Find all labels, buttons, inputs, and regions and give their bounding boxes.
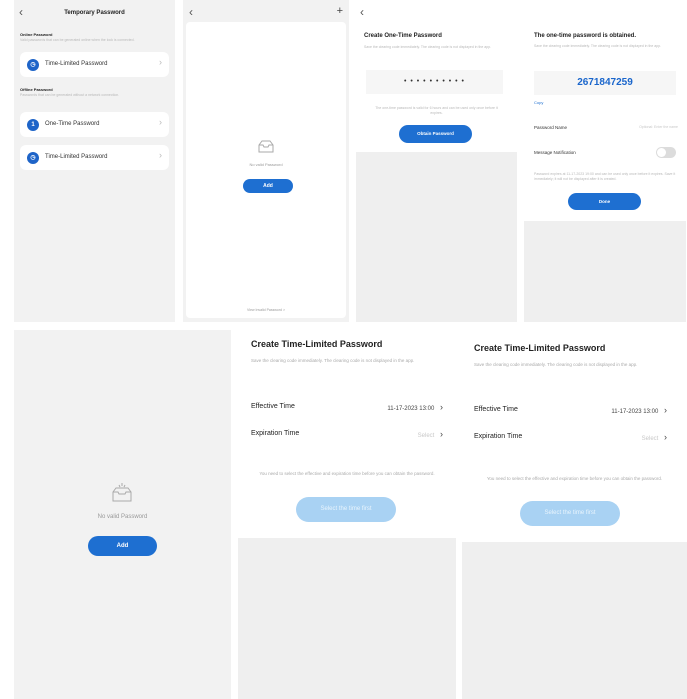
page-title: Create Time-Limited Password xyxy=(474,343,606,353)
page-title: Temporary Password xyxy=(64,10,125,16)
effective-time-value[interactable]: 11-17-2023 13:00 › xyxy=(387,402,443,412)
online-section-title: Online Password xyxy=(20,32,53,37)
expiration-time-value[interactable]: Select › xyxy=(418,429,443,439)
time-limited-label: Time-Limited Password xyxy=(45,154,108,160)
one-time-label: One-Time Password xyxy=(45,121,100,127)
bottom-blank-area xyxy=(462,542,687,699)
page-title: Create Time-Limited Password xyxy=(251,339,383,349)
page-subtitle: Save the clearing code immediately. The … xyxy=(534,44,662,48)
effective-time-text: 11-17-2023 13:00 xyxy=(611,409,659,415)
clock-icon: ◷ xyxy=(27,152,39,164)
screen-create-time-limited-2: Create Time-Limited Password Save the cl… xyxy=(462,334,687,699)
password-name-input[interactable]: Optional: Enter the name xyxy=(608,125,678,129)
page-title: Create One-Time Password xyxy=(364,33,442,39)
instruction-note: You need to select the effective and exp… xyxy=(486,476,663,481)
back-icon[interactable]: ‹ xyxy=(360,6,364,18)
add-button[interactable]: Add xyxy=(243,179,293,193)
empty-state-text: No valid Password xyxy=(97,514,148,520)
offline-section-desc: Passwords that can be generated without … xyxy=(20,93,120,97)
chevron-right-icon: › xyxy=(159,150,162,160)
select-time-first-button[interactable]: Select the time first xyxy=(520,501,620,526)
empty-state-text: No valid Password xyxy=(249,162,283,167)
back-icon[interactable]: ‹ xyxy=(189,6,193,18)
one-time-item[interactable]: 1 One-Time Password › xyxy=(20,112,169,137)
time-limited-online-item[interactable]: ◷ Time-Limited Password › xyxy=(20,52,169,77)
effective-time-label: Effective Time xyxy=(474,406,518,413)
validity-note: The one-time password is valid for 6 hou… xyxy=(375,106,498,115)
password-mask: • • • • • • • • • • xyxy=(403,78,465,85)
bottom-blank-area xyxy=(238,538,456,699)
clock-icon: ◷ xyxy=(27,59,39,71)
expiration-time-text: Select xyxy=(641,436,659,442)
empty-tray-icon xyxy=(112,483,132,502)
view-invalid-link[interactable]: View Invalid Password > xyxy=(186,308,346,312)
empty-tray-icon xyxy=(258,140,274,153)
page-subtitle: Save the clearing code immediately. The … xyxy=(474,362,638,367)
online-section-desc: Valid passwords that can be generated on… xyxy=(20,38,135,42)
page-title: The one-time password is obtained. xyxy=(534,33,637,39)
screen-temporary-password: ‹ Temporary Password Online Password Val… xyxy=(14,0,175,322)
expiration-time-text: Select xyxy=(417,433,435,439)
chevron-right-icon: › xyxy=(664,432,667,442)
password-display: • • • • • • • • • • xyxy=(366,70,503,94)
screen-create-one-time: ‹ Create One-Time Password Save the clea… xyxy=(356,0,517,322)
select-time-first-button[interactable]: Select the time first xyxy=(296,497,396,522)
chevron-right-icon: › xyxy=(664,405,667,415)
screen-create-time-limited-1: Create Time-Limited Password Save the cl… xyxy=(238,330,456,699)
notification-toggle[interactable] xyxy=(656,147,676,158)
toggle-knob xyxy=(657,148,666,157)
effective-time-value[interactable]: 11-17-2023 13:00 › xyxy=(611,405,667,415)
time-limited-label: Time-Limited Password xyxy=(45,61,108,67)
page-subtitle: Save the clearing code immediately. The … xyxy=(364,45,492,49)
chevron-right-icon: › xyxy=(159,57,162,67)
chevron-right-icon: › xyxy=(159,117,162,127)
password-value-box: 2671847259 xyxy=(534,71,676,95)
content-area: No valid Password Add View Invalid Passw… xyxy=(186,22,346,318)
add-button[interactable]: Add xyxy=(88,536,157,556)
instruction-note: You need to select the effective and exp… xyxy=(259,471,435,476)
expiration-time-label: Expiration Time xyxy=(474,433,523,440)
validity-note: Password expires at 11-17-2023 19:00 and… xyxy=(534,172,676,181)
message-notification-label: Message Notification xyxy=(534,150,576,155)
screen-password-list-empty-large: No valid Password Add xyxy=(14,330,231,699)
key-icon: 1 xyxy=(27,119,39,131)
effective-time-label: Effective Time xyxy=(251,403,295,410)
offline-section-title: Offline Password xyxy=(20,87,53,92)
effective-time-text: 11-17-2023 13:00 xyxy=(387,406,435,412)
bottom-blank-area xyxy=(356,152,517,322)
copy-link[interactable]: Copy xyxy=(534,100,543,105)
expiration-time-value[interactable]: Select › xyxy=(642,432,667,442)
done-button[interactable]: Done xyxy=(568,193,641,210)
time-limited-offline-item[interactable]: ◷ Time-Limited Password › xyxy=(20,145,169,170)
bottom-blank-area xyxy=(524,221,686,322)
password-name-label: Password Name xyxy=(534,125,568,130)
expiration-time-label: Expiration Time xyxy=(251,430,300,437)
plus-icon[interactable]: + xyxy=(337,5,343,17)
page-subtitle: Save the clearing code immediately. The … xyxy=(251,358,415,363)
chevron-right-icon: › xyxy=(440,429,443,439)
obtain-password-button[interactable]: Obtain Password xyxy=(399,125,472,143)
screen-password-obtained: The one-time password is obtained. Save … xyxy=(524,0,686,322)
password-value: 2671847259 xyxy=(577,77,633,88)
screen-password-list-empty: ‹ + No valid Password Add View Invalid P… xyxy=(183,0,349,322)
chevron-right-icon: › xyxy=(440,402,443,412)
